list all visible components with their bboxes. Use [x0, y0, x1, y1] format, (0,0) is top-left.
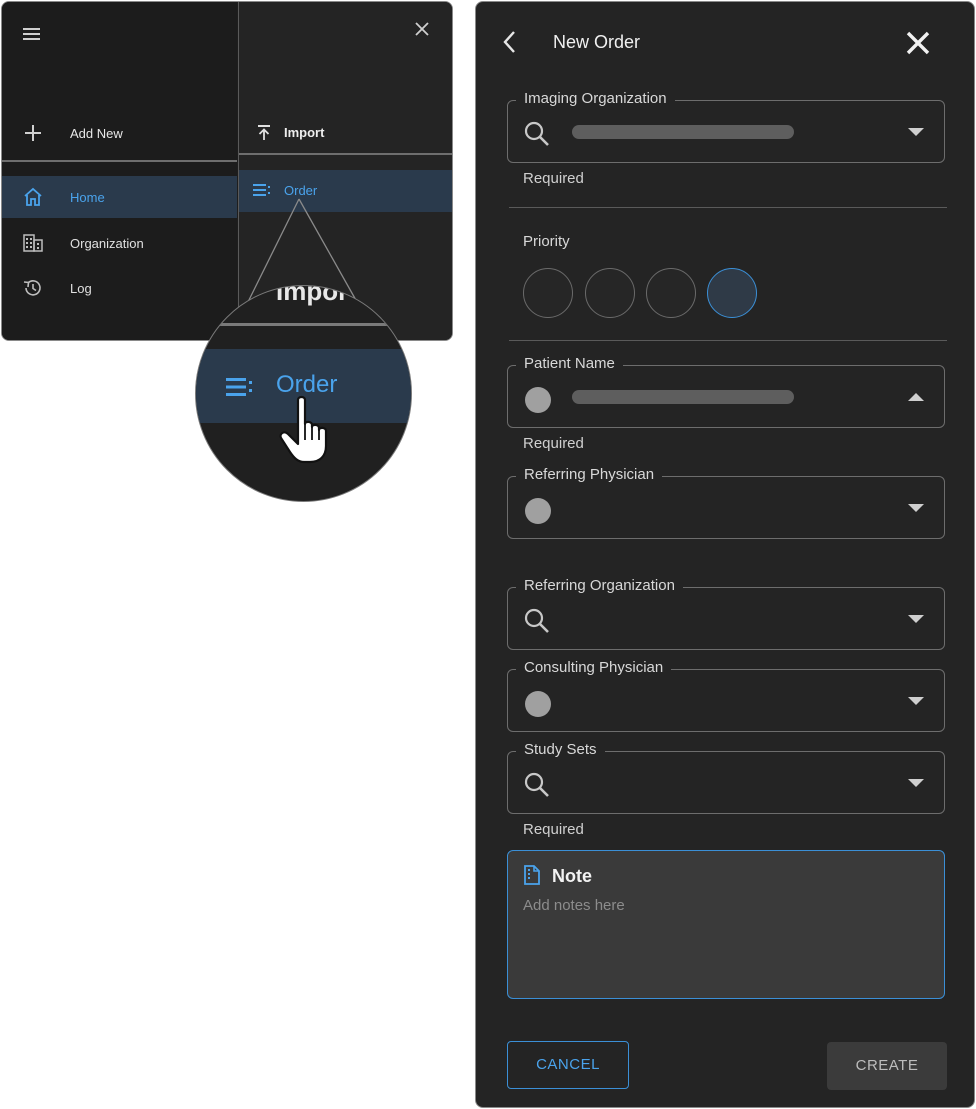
chevron-down-icon[interactable]: [908, 778, 924, 788]
field-label: Patient Name: [516, 355, 623, 372]
priority-option-2[interactable]: [585, 268, 635, 318]
primary-menu: Add New Home Organization Log: [2, 2, 237, 340]
value-placeholder-bar: [572, 390, 794, 404]
priority-option-4[interactable]: [707, 268, 757, 318]
priority-option-1[interactable]: [523, 268, 573, 318]
sidebar-item-label: Log: [70, 281, 92, 296]
magnified-import-label: Impor: [276, 285, 349, 306]
submenu-divider: [239, 153, 452, 155]
import-menu-item[interactable]: Import: [239, 116, 452, 150]
back-chevron-icon[interactable]: [502, 29, 518, 55]
magnified-divider: [196, 323, 411, 326]
menu-divider: [2, 160, 237, 162]
helper-text: Required: [523, 821, 584, 838]
chevron-down-icon[interactable]: [908, 614, 924, 624]
sidebar-item-log[interactable]: Log: [2, 267, 237, 309]
avatar: [525, 387, 551, 413]
helper-text: Required: [523, 170, 584, 187]
hand-pointer-icon: [274, 394, 344, 466]
magnifier-zoom: Impor Order: [195, 285, 412, 502]
avatar: [525, 498, 551, 524]
list-order-icon: [226, 377, 256, 397]
field-label: Referring Physician: [516, 466, 663, 483]
field-label: Imaging Organization: [516, 90, 675, 107]
note-icon: [523, 865, 541, 885]
search-icon: [523, 771, 551, 799]
chevron-up-icon[interactable]: [908, 392, 924, 402]
sidebar-item-label: Home: [70, 190, 105, 205]
order-menu-item[interactable]: Order: [239, 170, 452, 212]
field-label: Consulting Physician: [516, 659, 672, 676]
chevron-down-icon[interactable]: [908, 696, 924, 706]
search-icon: [523, 120, 551, 148]
section-divider: [509, 207, 947, 208]
dialog-title: New Order: [553, 32, 641, 52]
upload-icon: [256, 124, 272, 142]
referring-physician-select[interactable]: Referring Physician: [507, 466, 945, 539]
section-divider: [509, 340, 947, 341]
building-icon: [22, 233, 44, 253]
field-label: Study Sets: [516, 741, 605, 758]
close-icon[interactable]: [414, 21, 430, 37]
note-placeholder: Add notes here: [523, 897, 625, 914]
import-label: Import: [284, 125, 325, 140]
priority-option-3[interactable]: [646, 268, 696, 318]
value-placeholder-bar: [572, 125, 794, 139]
create-button[interactable]: CREATE: [827, 1042, 947, 1090]
cancel-button[interactable]: CANCEL: [507, 1041, 629, 1089]
priority-label: Priority: [523, 233, 570, 250]
navigation-menu-panel: Add New Home Organization Log Import Ord…: [1, 1, 453, 341]
chevron-down-icon[interactable]: [908, 127, 924, 137]
sidebar-item-home[interactable]: Home: [2, 176, 237, 218]
note-title: Note: [552, 866, 592, 886]
note-textarea[interactable]: Note Add notes here: [507, 850, 945, 999]
add-new-button[interactable]: Add New: [2, 116, 237, 150]
consulting-physician-select[interactable]: Consulting Physician: [507, 659, 945, 732]
sidebar-item-organization[interactable]: Organization: [2, 222, 237, 264]
referring-organization-select[interactable]: Referring Organization: [507, 577, 945, 650]
chevron-down-icon[interactable]: [908, 503, 924, 513]
patient-name-select[interactable]: Patient Name: [507, 355, 945, 428]
avatar: [525, 691, 551, 717]
list-order-icon: [253, 183, 273, 197]
plus-icon: [23, 123, 43, 143]
search-icon: [523, 607, 551, 635]
sidebar-item-label: Organization: [70, 236, 144, 251]
study-sets-select[interactable]: Study Sets: [507, 741, 945, 814]
helper-text: Required: [523, 435, 584, 452]
new-order-dialog: New Order Imaging Organization Required …: [475, 1, 975, 1108]
field-label: Referring Organization: [516, 577, 683, 594]
order-label: Order: [284, 183, 318, 198]
add-new-label: Add New: [70, 126, 123, 141]
hamburger-menu-icon[interactable]: [22, 26, 42, 42]
imaging-organization-select[interactable]: Imaging Organization: [507, 90, 945, 163]
home-icon: [22, 187, 44, 207]
history-icon: [22, 278, 44, 298]
close-icon[interactable]: [904, 29, 932, 57]
